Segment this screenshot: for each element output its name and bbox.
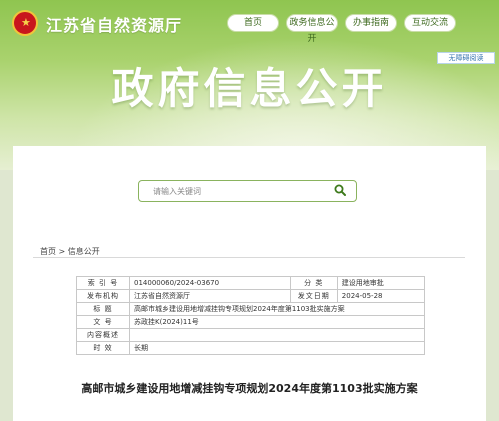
date-label: 发文日期 [289,289,338,303]
table-row: 索 引 号 014000060/2024-03670 分 类 建设用地审批 [76,276,426,290]
nav-info-disclosure[interactable]: 政务信息公开 [286,14,338,44]
table-row: 时 效 长期 [76,341,425,355]
document-title: 高邮市城乡建设用地增减挂钩专项规划2024年度第1103批实施方案 [81,382,418,395]
breadcrumb[interactable]: 首页 > 信息公开 [40,246,100,257]
page-hero-title: 政府信息公开 [111,64,388,113]
index-value: 014000060/2024-03670 [129,276,291,290]
nav-service-guide[interactable]: 办事指南 [345,14,397,32]
date-value: 2024-05-28 [336,289,426,303]
validity-label: 时 效 [76,341,130,355]
title-value: 高邮市城乡建设用地增减挂钩专项规划2024年度第1103批实施方案 [129,302,425,316]
issuer-label: 发布机构 [76,289,130,303]
site-title[interactable]: 江苏省自然资源厅 [46,12,182,36]
search-icon[interactable] [334,184,346,196]
index-label: 索 引 号 [76,276,130,290]
emblem-star-icon: ★ [21,16,31,29]
national-emblem-icon: ★ [12,10,38,36]
search-input[interactable] [139,181,338,201]
table-row: 文 号 苏政挂K(2024)11号 [76,315,425,329]
table-row: 标 题 高邮市城乡建设用地增减挂钩专项规划2024年度第1103批实施方案 [76,302,425,316]
metadata-table: 索 引 号 014000060/2024-03670 分 类 建设用地审批 发布… [76,276,426,355]
title-label: 标 题 [76,302,130,316]
validity-value: 长期 [129,341,425,355]
issuer-value: 江苏省自然资源厅 [129,289,291,303]
nav-home[interactable]: 首页 [227,14,279,32]
category-value: 建设用地审批 [336,276,426,290]
docno-value: 苏政挂K(2024)11号 [129,315,425,329]
category-label: 分 类 [289,276,338,290]
docno-label: 文 号 [76,315,130,329]
summary-value [129,328,425,342]
table-row: 发布机构 江苏省自然资源厅 发文日期 2024-05-28 [76,289,426,303]
search-box [138,180,357,202]
breadcrumb-divider [33,257,465,258]
summary-label: 内容概述 [76,328,130,342]
table-row: 内容概述 [76,328,425,342]
nav-interaction[interactable]: 互动交流 [404,14,456,32]
